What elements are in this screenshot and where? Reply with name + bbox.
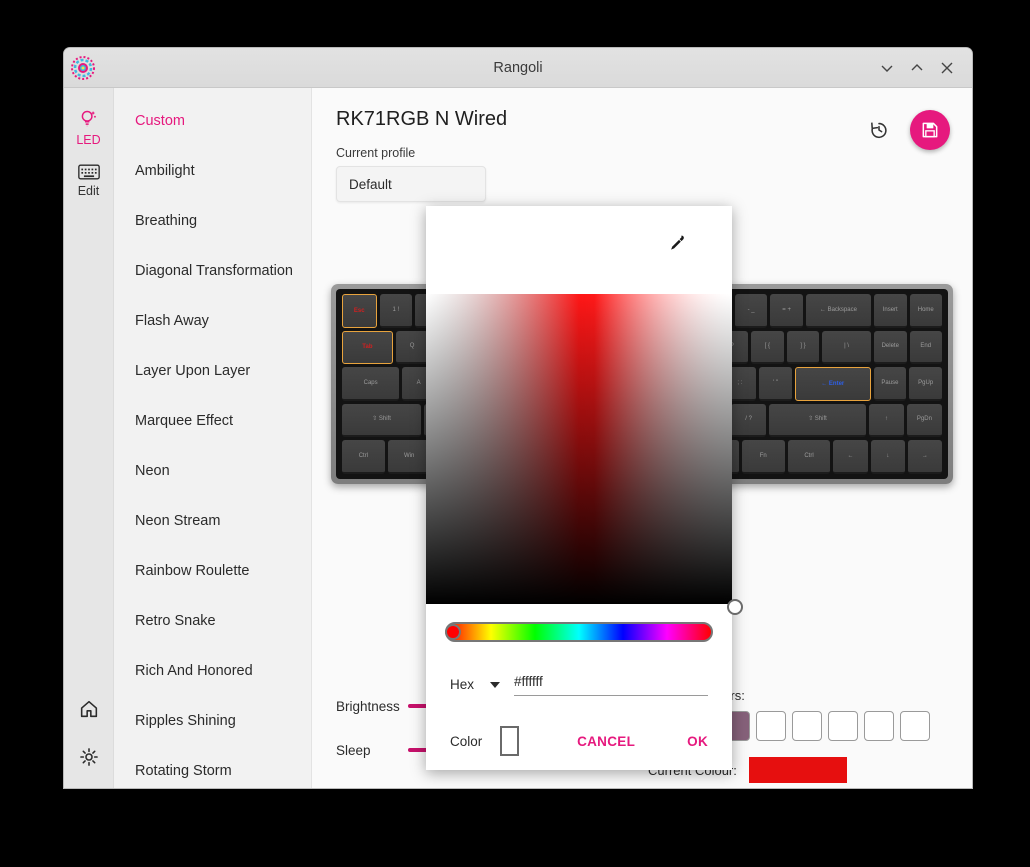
hex-row: Hex #ffffff xyxy=(426,642,732,696)
effect-item-custom[interactable]: Custom xyxy=(114,96,311,146)
rail-item-led[interactable]: LED xyxy=(64,102,114,157)
effect-item-rich-and-honored[interactable]: Rich And Honored xyxy=(114,646,311,696)
keyboard-key[interactable]: Insert xyxy=(873,294,907,328)
custom-colour-swatch-5[interactable] xyxy=(828,711,858,741)
rail-item-edit[interactable]: Edit xyxy=(64,157,114,208)
colour-label: Color xyxy=(450,733,483,749)
maximize-button[interactable] xyxy=(902,53,932,83)
profile-select[interactable]: Default xyxy=(336,166,486,202)
effect-item-retro-snake[interactable]: Retro Snake xyxy=(114,596,311,646)
rail-item-label: Edit xyxy=(77,184,100,198)
save-disk-icon xyxy=(922,122,938,138)
rail-bottom-actions xyxy=(74,694,104,788)
keyboard-key[interactable]: ⇧ Shift xyxy=(769,403,866,438)
header-actions xyxy=(864,110,950,150)
hue-slider[interactable] xyxy=(445,622,713,642)
keyboard-key[interactable]: ⇧ Shift xyxy=(342,403,422,438)
keyboard-key[interactable]: Home xyxy=(909,294,943,328)
rangoli-mandala-icon xyxy=(70,55,96,81)
keyboard-key[interactable]: ' " xyxy=(759,367,792,401)
keyboard-key[interactable]: [ { xyxy=(751,330,784,365)
effect-item-flash-away[interactable]: Flash Away xyxy=(114,296,311,346)
keyboard-key[interactable]: Tab xyxy=(342,330,393,365)
rail-item-label: LED xyxy=(76,133,101,147)
content-header: RK71RGB N Wired Current profile Default xyxy=(312,88,972,202)
keyboard-key[interactable]: PgDn xyxy=(906,403,942,438)
keyboard-key[interactable]: ↑ xyxy=(868,403,904,438)
colour-picker-dialog[interactable]: Hex #ffffff Color CANCEL OK xyxy=(426,206,743,770)
keyboard-key[interactable]: ← xyxy=(833,440,868,474)
profile-label: Current profile xyxy=(336,146,416,160)
hue-slider-knob[interactable] xyxy=(445,624,461,640)
keyboard-key[interactable]: = + xyxy=(770,294,803,328)
keyboard-key[interactable]: 1 ! xyxy=(379,294,413,328)
effect-item-rainbow-roulette[interactable]: Rainbow Roulette xyxy=(114,546,311,596)
effect-item-layer-upon-layer[interactable]: Layer Upon Layer xyxy=(114,346,311,396)
effect-item-breathing[interactable]: Breathing xyxy=(114,196,311,246)
saturation-value-handle[interactable] xyxy=(727,599,743,615)
gear-icon[interactable] xyxy=(74,742,104,772)
custom-colour-swatch-6[interactable] xyxy=(864,711,894,741)
keyboard-key[interactable]: Pause xyxy=(873,367,907,401)
cancel-button[interactable]: CANCEL xyxy=(577,734,635,749)
sleep-label: Sleep xyxy=(336,742,371,758)
dialog-actions: Color CANCEL OK xyxy=(426,696,732,756)
keyboard-key[interactable]: Esc xyxy=(342,294,377,328)
ok-button[interactable]: OK xyxy=(687,734,708,749)
keyboard-key[interactable]: → xyxy=(907,440,943,474)
eyedropper-icon[interactable] xyxy=(666,233,686,258)
effect-item-neon[interactable]: Neon xyxy=(114,446,311,496)
app-window: Rangoli LED Edit Custom Ambilight Breath… xyxy=(64,48,972,788)
current-colour-swatch[interactable] xyxy=(748,757,847,783)
hex-input[interactable]: #ffffff xyxy=(514,674,708,696)
lightbulb-icon xyxy=(81,110,96,127)
profile-select-value: Default xyxy=(349,176,392,192)
page-title: RK71RGB N Wired xyxy=(336,108,508,130)
keyboard-key[interactable]: - _ xyxy=(734,294,768,328)
caret-down-icon xyxy=(490,681,501,688)
custom-colour-swatch-7[interactable] xyxy=(900,711,930,741)
keyboard-key[interactable]: Ctrl xyxy=(342,440,385,474)
custom-colour-swatch-4[interactable] xyxy=(792,711,822,741)
keyboard-key[interactable]: PgUp xyxy=(909,367,942,401)
minimize-button[interactable] xyxy=(872,53,902,83)
navigation-rail: LED Edit xyxy=(64,88,114,788)
history-restore-icon[interactable] xyxy=(864,115,894,145)
effect-item-ambilight[interactable]: Ambilight xyxy=(114,146,311,196)
save-button[interactable] xyxy=(910,110,950,150)
keyboard-key[interactable]: | \ xyxy=(822,330,871,365)
keyboard-key[interactable]: Caps xyxy=(342,367,400,401)
dialog-top-bar xyxy=(426,206,732,294)
keyboard-key[interactable]: / ? xyxy=(731,403,767,438)
keyboard-key[interactable]: Delete xyxy=(873,330,907,365)
keyboard-key[interactable]: ↓ xyxy=(870,440,905,474)
window-title: Rangoli xyxy=(493,59,543,76)
close-button[interactable] xyxy=(932,53,962,83)
colour-preview-swatch[interactable] xyxy=(500,726,520,756)
effect-item-ripples-shining[interactable]: Ripples Shining xyxy=(114,696,311,746)
effect-item-diagonal-transformation[interactable]: Diagonal Transformation xyxy=(114,246,311,296)
colour-format-label: Hex xyxy=(450,677,475,692)
keyboard-key[interactable]: Fn xyxy=(741,440,785,474)
effects-list[interactable]: Custom Ambilight Breathing Diagonal Tran… xyxy=(114,88,312,788)
effect-item-marquee-effect[interactable]: Marquee Effect xyxy=(114,396,311,446)
effect-item-neon-stream[interactable]: Neon Stream xyxy=(114,496,311,546)
keyboard-key[interactable]: ← Enter xyxy=(794,367,871,401)
keyboard-key[interactable]: Win xyxy=(387,440,431,474)
effect-item-rotating-storm[interactable]: Rotating Storm xyxy=(114,746,311,788)
title-bar: Rangoli xyxy=(64,48,972,88)
keyboard-key[interactable]: ] } xyxy=(786,330,820,365)
saturation-value-area[interactable] xyxy=(426,294,743,615)
home-icon[interactable] xyxy=(74,694,104,724)
window-controls xyxy=(872,53,972,83)
keyboard-key[interactable]: ← Backspace xyxy=(805,294,871,328)
keyboard-key[interactable]: End xyxy=(909,330,943,365)
brightness-label: Brightness xyxy=(336,698,400,714)
keyboard-icon xyxy=(77,164,100,180)
colour-format-select[interactable]: Hex xyxy=(450,677,501,696)
keyboard-key[interactable]: Ctrl xyxy=(787,440,831,474)
custom-colour-swatch-3[interactable] xyxy=(756,711,786,741)
hue-slider-wrap xyxy=(426,604,732,642)
keyboard-key[interactable]: Q xyxy=(395,330,429,365)
